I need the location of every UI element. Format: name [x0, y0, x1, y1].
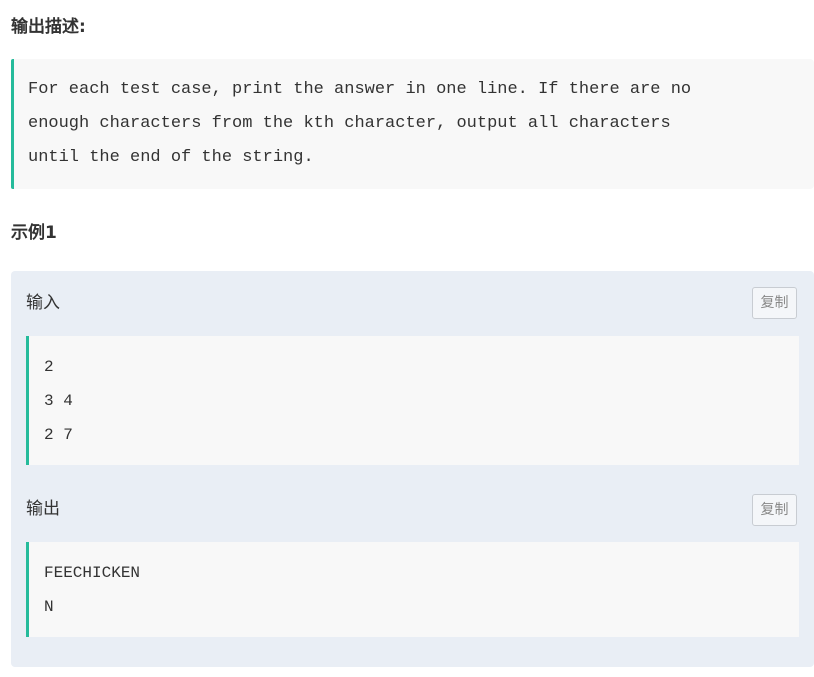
example-title: 示例1	[11, 223, 57, 243]
output-line: N	[44, 598, 54, 616]
output-description-text: For each test case, print the answer in …	[28, 80, 692, 167]
output-description-block: For each test case, print the answer in …	[11, 59, 814, 189]
input-line: 2 7	[44, 426, 73, 444]
output-description-title: 输出描述:	[11, 17, 86, 37]
output-code-block: FEECHICKEN N	[26, 542, 799, 637]
copy-input-button[interactable]: 复制	[752, 287, 797, 319]
input-line: 3 4	[44, 392, 73, 410]
input-line: 2	[44, 358, 54, 376]
input-code-block: 2 3 4 2 7	[26, 336, 799, 465]
output-label: 输出	[26, 499, 60, 519]
copy-output-button[interactable]: 复制	[752, 494, 797, 526]
output-line: FEECHICKEN	[44, 564, 141, 582]
input-label: 输入	[26, 293, 60, 313]
example-card: 输入 复制 2 3 4 2 7 输出 复制 FEECHICKEN N	[11, 271, 814, 667]
